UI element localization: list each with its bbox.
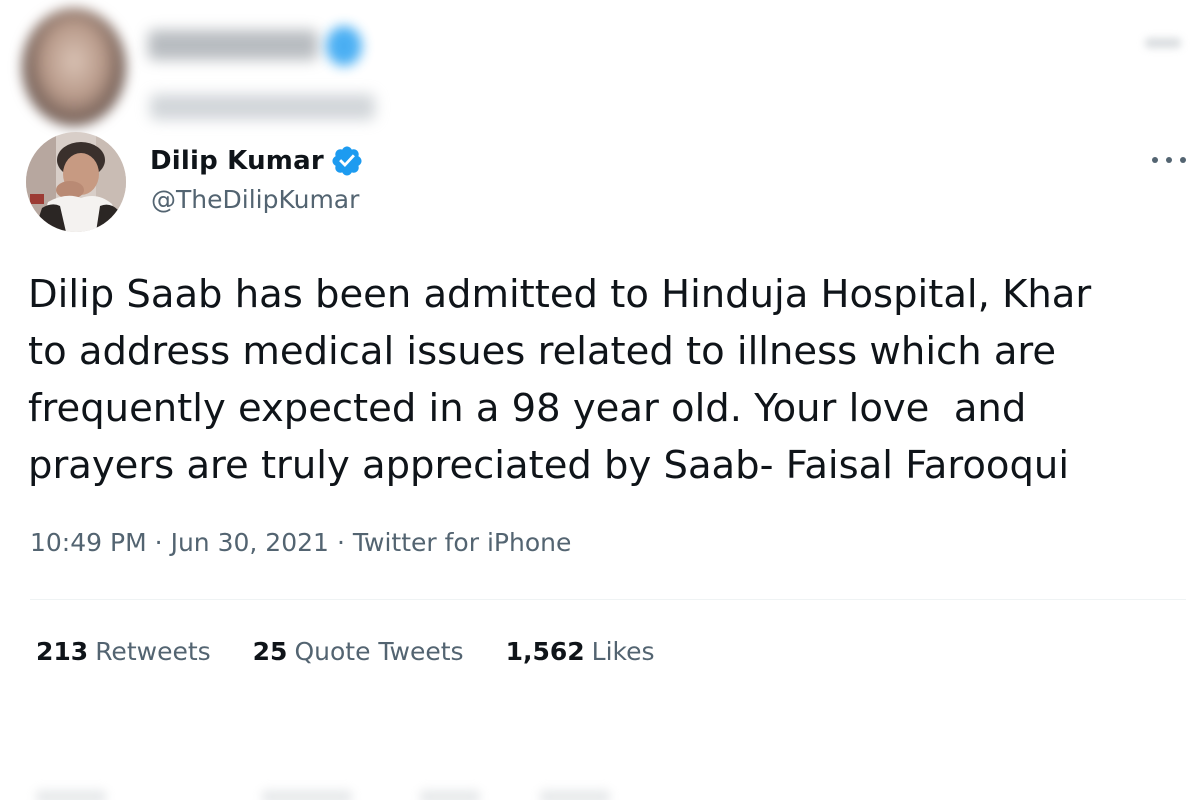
quote-tweets-count: 25: [252, 637, 288, 666]
more-dot: [1152, 157, 1158, 163]
blurred-display-name: [148, 30, 318, 60]
blurred-previous-tweet-header: [0, 0, 1200, 130]
verified-badge-icon: [330, 144, 364, 178]
author-handle[interactable]: @TheDilipKumar: [151, 185, 359, 214]
blurred-avatar: [22, 8, 126, 126]
tweet-meta: 10:49 PM · Jun 30, 2021 · Twitter for iPhone: [30, 528, 571, 557]
likes-label: Likes: [591, 637, 655, 666]
tweet-source[interactable]: Twitter for iPhone: [353, 528, 571, 557]
more-dot: [1180, 157, 1186, 163]
blurred-action: [420, 790, 480, 800]
blurred-action: [36, 790, 106, 800]
blurred-action: [262, 790, 352, 800]
blurred-more-icon: [1145, 38, 1181, 48]
blurred-verified-icon: [326, 26, 362, 66]
retweets-stat[interactable]: 213 Retweets: [36, 637, 211, 666]
blurred-handle: [150, 94, 375, 120]
more-dot: [1166, 157, 1172, 163]
likes-count: 1,562: [505, 637, 585, 666]
author-name-row[interactable]: Dilip Kumar: [150, 141, 364, 181]
tweet-screenshot: Dilip Kumar @TheDilipKumar Dilip Saab ha…: [0, 0, 1200, 800]
meta-separator: ·: [336, 528, 345, 557]
divider: [30, 599, 1186, 600]
tweet-time[interactable]: 10:49 PM: [30, 528, 147, 557]
blurred-action-bar: [0, 780, 1200, 800]
likes-stat[interactable]: 1,562 Likes: [506, 637, 655, 666]
quote-tweets-label: Quote Tweets: [294, 637, 464, 666]
tweet-stats: 213 Retweets 25 Quote Tweets 1,562 Likes: [36, 637, 697, 666]
tweet-text: Dilip Saab has been admitted to Hinduja …: [28, 272, 1092, 488]
author-display-name[interactable]: Dilip Kumar: [150, 146, 324, 176]
blurred-action: [540, 790, 610, 800]
retweets-label: Retweets: [95, 637, 211, 666]
tweet-date[interactable]: Jun 30, 2021: [171, 528, 329, 557]
avatar-image: [26, 132, 126, 232]
meta-separator: ·: [154, 528, 163, 557]
more-options-icon[interactable]: [1152, 150, 1186, 170]
author-avatar[interactable]: [26, 132, 126, 232]
quote-tweets-stat[interactable]: 25 Quote Tweets: [253, 637, 464, 666]
retweets-count: 213: [36, 637, 89, 666]
